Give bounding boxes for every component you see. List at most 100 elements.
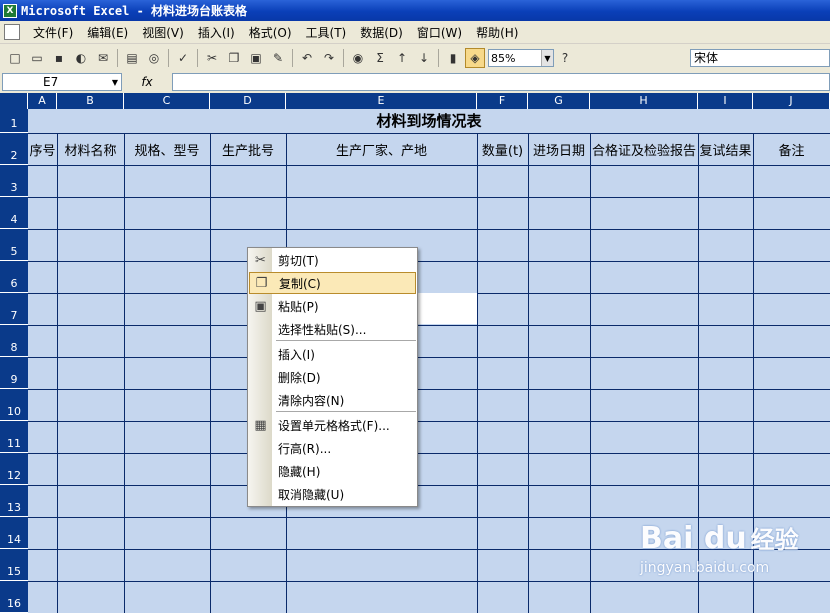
help-icon[interactable]: ? (555, 48, 575, 68)
column-header-g[interactable]: G (528, 93, 590, 109)
row-header-14[interactable]: 14 (0, 517, 28, 549)
row-header-12[interactable]: 12 (0, 453, 28, 485)
row-header-8[interactable]: 8 (0, 325, 28, 357)
context-menu-item[interactable]: 隐藏(H) (249, 460, 416, 482)
formula-bar: E7 ▼ fx (0, 72, 830, 92)
context-menu-label: 选择性粘贴(S)... (278, 322, 367, 337)
menu-separator (276, 411, 416, 412)
sort-descending-icon[interactable]: ↓ (414, 48, 434, 68)
row-header-6[interactable]: 6 (0, 261, 28, 293)
open-icon[interactable]: ▭ (27, 48, 47, 68)
row-header-16[interactable]: 16 (0, 581, 28, 613)
header-cell-a[interactable]: 序号 (28, 133, 57, 165)
row-header-7[interactable]: 7 (0, 293, 28, 325)
menu-format[interactable]: 格式(O) (242, 24, 299, 41)
spelling-icon[interactable]: ✓ (173, 48, 193, 68)
autosum-icon[interactable]: Σ (370, 48, 390, 68)
chevron-down-icon[interactable]: ▼ (541, 50, 553, 66)
font-name-select[interactable]: 宋体 (690, 49, 830, 67)
row-header-10[interactable]: 10 (0, 389, 28, 421)
context-menu-item[interactable]: 删除(D) (249, 366, 416, 388)
row-header-4[interactable]: 4 (0, 197, 28, 229)
menu-window[interactable]: 窗口(W) (410, 24, 469, 41)
header-cell-h[interactable]: 合格证及检验报告 (590, 133, 698, 165)
context-menu-label: 取消隐藏(U) (278, 487, 345, 502)
select-all-corner[interactable] (0, 93, 28, 109)
menu-icon-slot (249, 366, 272, 388)
context-menu-item[interactable]: 清除内容(N) (249, 389, 416, 411)
header-cell-i[interactable]: 复试结果 (698, 133, 753, 165)
column-header-j[interactable]: J (753, 93, 830, 109)
chevron-down-icon[interactable]: ▼ (109, 74, 121, 90)
header-cell-c[interactable]: 规格、型号 (124, 133, 210, 165)
column-header-c[interactable]: C (124, 93, 210, 109)
context-menu-item[interactable]: ▣ 粘贴(P) (249, 295, 416, 317)
column-header-f[interactable]: F (477, 93, 528, 109)
header-cell-g[interactable]: 进场日期 (528, 133, 590, 165)
copy-icon[interactable]: ❐ (224, 48, 244, 68)
column-header-d[interactable]: D (210, 93, 286, 109)
row-header-3[interactable]: 3 (0, 165, 28, 197)
toolbar-divider (343, 49, 344, 67)
header-cell-e[interactable]: 生产厂家、产地 (286, 133, 477, 165)
function-icon[interactable]: fx (122, 75, 172, 89)
save-icon[interactable]: ▪ (49, 48, 69, 68)
undo-icon[interactable]: ↶ (297, 48, 317, 68)
column-header-b[interactable]: B (57, 93, 124, 109)
new-icon[interactable]: □ (5, 48, 25, 68)
column-header-i[interactable]: I (698, 93, 753, 109)
column-header-a[interactable]: A (28, 93, 57, 109)
email-icon[interactable]: ✉ (93, 48, 113, 68)
drawing-icon[interactable]: ◈ (465, 48, 485, 68)
paste-icon[interactable]: ▣ (246, 48, 266, 68)
cut-icon[interactable]: ✂ (202, 48, 222, 68)
context-menu-item[interactable]: 取消隐藏(U) (249, 483, 416, 505)
context-menu-item[interactable]: 插入(I) (249, 343, 416, 365)
header-cell-d[interactable]: 生产批号 (210, 133, 286, 165)
row-header-13[interactable]: 13 (0, 485, 28, 517)
context-menu-item[interactable]: 选择性粘贴(S)... (249, 318, 416, 340)
chart-wizard-icon[interactable]: ▮ (443, 48, 463, 68)
header-cell-f[interactable]: 数量(t) (477, 133, 528, 165)
menu-icon-slot (249, 318, 272, 340)
workbook-icon[interactable] (4, 24, 20, 40)
menu-edit[interactable]: 编辑(E) (80, 24, 135, 41)
column-header-e[interactable]: E (286, 93, 477, 109)
hyperlink-icon[interactable]: ◉ (348, 48, 368, 68)
format-painter-icon[interactable]: ✎ (268, 48, 288, 68)
grid-line (28, 197, 830, 198)
row-header-5[interactable]: 5 (0, 229, 28, 261)
sort-ascending-icon[interactable]: ↑ (392, 48, 412, 68)
print-icon[interactable]: ▤ (122, 48, 142, 68)
permission-icon[interactable]: ◐ (71, 48, 91, 68)
menu-tools[interactable]: 工具(T) (299, 24, 354, 41)
menu-view[interactable]: 视图(V) (135, 24, 191, 41)
menu-help[interactable]: 帮助(H) (469, 24, 525, 41)
context-menu-item[interactable]: ❐ 复制(C) (249, 272, 416, 294)
baidu-jingyan-watermark: Bai du 经验 jingyan.baidu.com (640, 520, 830, 605)
menu-insert[interactable]: 插入(I) (191, 24, 242, 41)
row-header-11[interactable]: 11 (0, 421, 28, 453)
header-cell-j[interactable]: 备注 (753, 133, 830, 165)
row-header-15[interactable]: 15 (0, 549, 28, 581)
menu-data[interactable]: 数据(D) (353, 24, 410, 41)
row-header-1[interactable]: 1 (0, 109, 28, 133)
column-header-h[interactable]: H (590, 93, 698, 109)
context-menu-item[interactable]: ✂ 剪切(T) (249, 249, 416, 271)
context-menu-label: 复制(C) (279, 276, 321, 291)
excel-app-icon[interactable]: X (3, 3, 17, 18)
sheet-title[interactable]: 材料到场情况表 (28, 109, 830, 133)
row-header-9[interactable]: 9 (0, 357, 28, 389)
menu-file[interactable]: 文件(F) (26, 24, 80, 41)
grid-line (28, 421, 830, 422)
context-menu-item[interactable]: 行高(R)... (249, 437, 416, 459)
print-preview-icon[interactable]: ◎ (144, 48, 164, 68)
redo-icon[interactable]: ↷ (319, 48, 339, 68)
name-box[interactable]: E7 ▼ (2, 73, 122, 91)
scissors-icon: ✂ (255, 252, 266, 268)
context-menu-item[interactable]: ▦ 设置单元格格式(F)... (249, 414, 416, 436)
formula-input[interactable] (172, 73, 830, 91)
row-header-2[interactable]: 2 (0, 133, 28, 165)
header-cell-b[interactable]: 材料名称 (57, 133, 124, 165)
zoom-select[interactable]: 85% ▼ (488, 49, 554, 67)
